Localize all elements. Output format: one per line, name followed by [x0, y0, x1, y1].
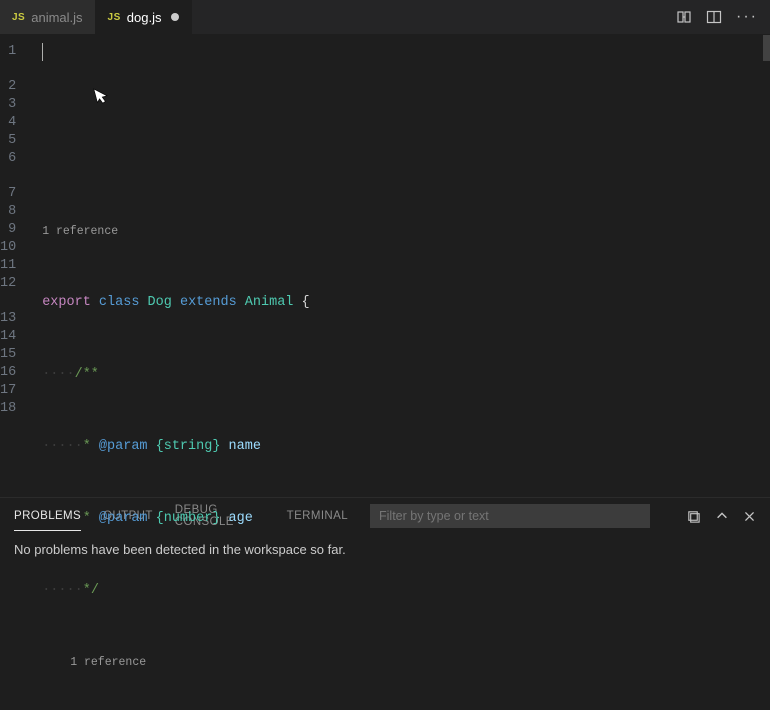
- code-line[interactable]: export class Dog extends Animal {: [30, 294, 770, 312]
- line-number: 2: [0, 78, 30, 96]
- code-line[interactable]: ·····*/: [30, 582, 770, 600]
- line-number: 1: [0, 43, 30, 61]
- code-line[interactable]: [30, 151, 770, 169]
- js-icon: JS: [108, 12, 121, 23]
- line-number: 13: [0, 310, 30, 328]
- minimap-scrollbar[interactable]: [763, 35, 770, 497]
- code-editor[interactable]: 1 2 3 4 5 6 7 8 9 10 11 12 13 14 15 16 1…: [0, 35, 770, 497]
- line-number: 5: [0, 132, 30, 150]
- editor-tab-bar: JS animal.js JS dog.js ···: [0, 0, 770, 35]
- more-actions-icon[interactable]: ···: [736, 9, 758, 25]
- line-number: 9: [0, 221, 30, 239]
- tab-label: dog.js: [127, 10, 162, 25]
- line-number: 15: [0, 346, 30, 364]
- split-editor-icon[interactable]: [706, 9, 722, 25]
- line-number: 14: [0, 328, 30, 346]
- code-area[interactable]: 1 reference export class Dog extends Ani…: [30, 35, 770, 497]
- line-number: 11: [0, 257, 30, 275]
- code-line[interactable]: ·····* @param {number} age: [30, 510, 770, 528]
- panel-tab-problems[interactable]: PROBLEMS: [14, 510, 81, 522]
- line-number-gutter: 1 2 3 4 5 6 7 8 9 10 11 12 13 14 15 16 1…: [0, 35, 30, 497]
- line-number: 3: [0, 96, 30, 114]
- tab-animal-js[interactable]: JS animal.js: [0, 0, 96, 34]
- line-number: 10: [0, 239, 30, 257]
- line-number: 16: [0, 364, 30, 382]
- line-number: 6: [0, 150, 30, 168]
- codelens-class[interactable]: 1 reference: [30, 223, 770, 240]
- editor-title-actions: ···: [664, 0, 770, 34]
- compare-changes-icon[interactable]: [676, 9, 692, 25]
- line-number: 12: [0, 275, 30, 293]
- codelens-constructor[interactable]: 1 reference: [30, 654, 770, 671]
- line-number: 7: [0, 185, 30, 203]
- editor-tabs: JS animal.js JS dog.js: [0, 0, 664, 34]
- dirty-indicator-icon: [171, 13, 179, 21]
- line-number: 8: [0, 203, 30, 221]
- line-number: 18: [0, 400, 30, 418]
- text-cursor: [42, 43, 43, 61]
- tab-dog-js[interactable]: JS dog.js: [96, 0, 193, 34]
- code-line[interactable]: ····/**: [30, 366, 770, 384]
- js-icon: JS: [12, 12, 25, 23]
- line-number: 17: [0, 382, 30, 400]
- code-line[interactable]: ·····* @param {string} name: [30, 438, 770, 456]
- mouse-cursor-icon: [83, 40, 158, 141]
- line-number: 4: [0, 114, 30, 132]
- tab-label: animal.js: [31, 10, 82, 25]
